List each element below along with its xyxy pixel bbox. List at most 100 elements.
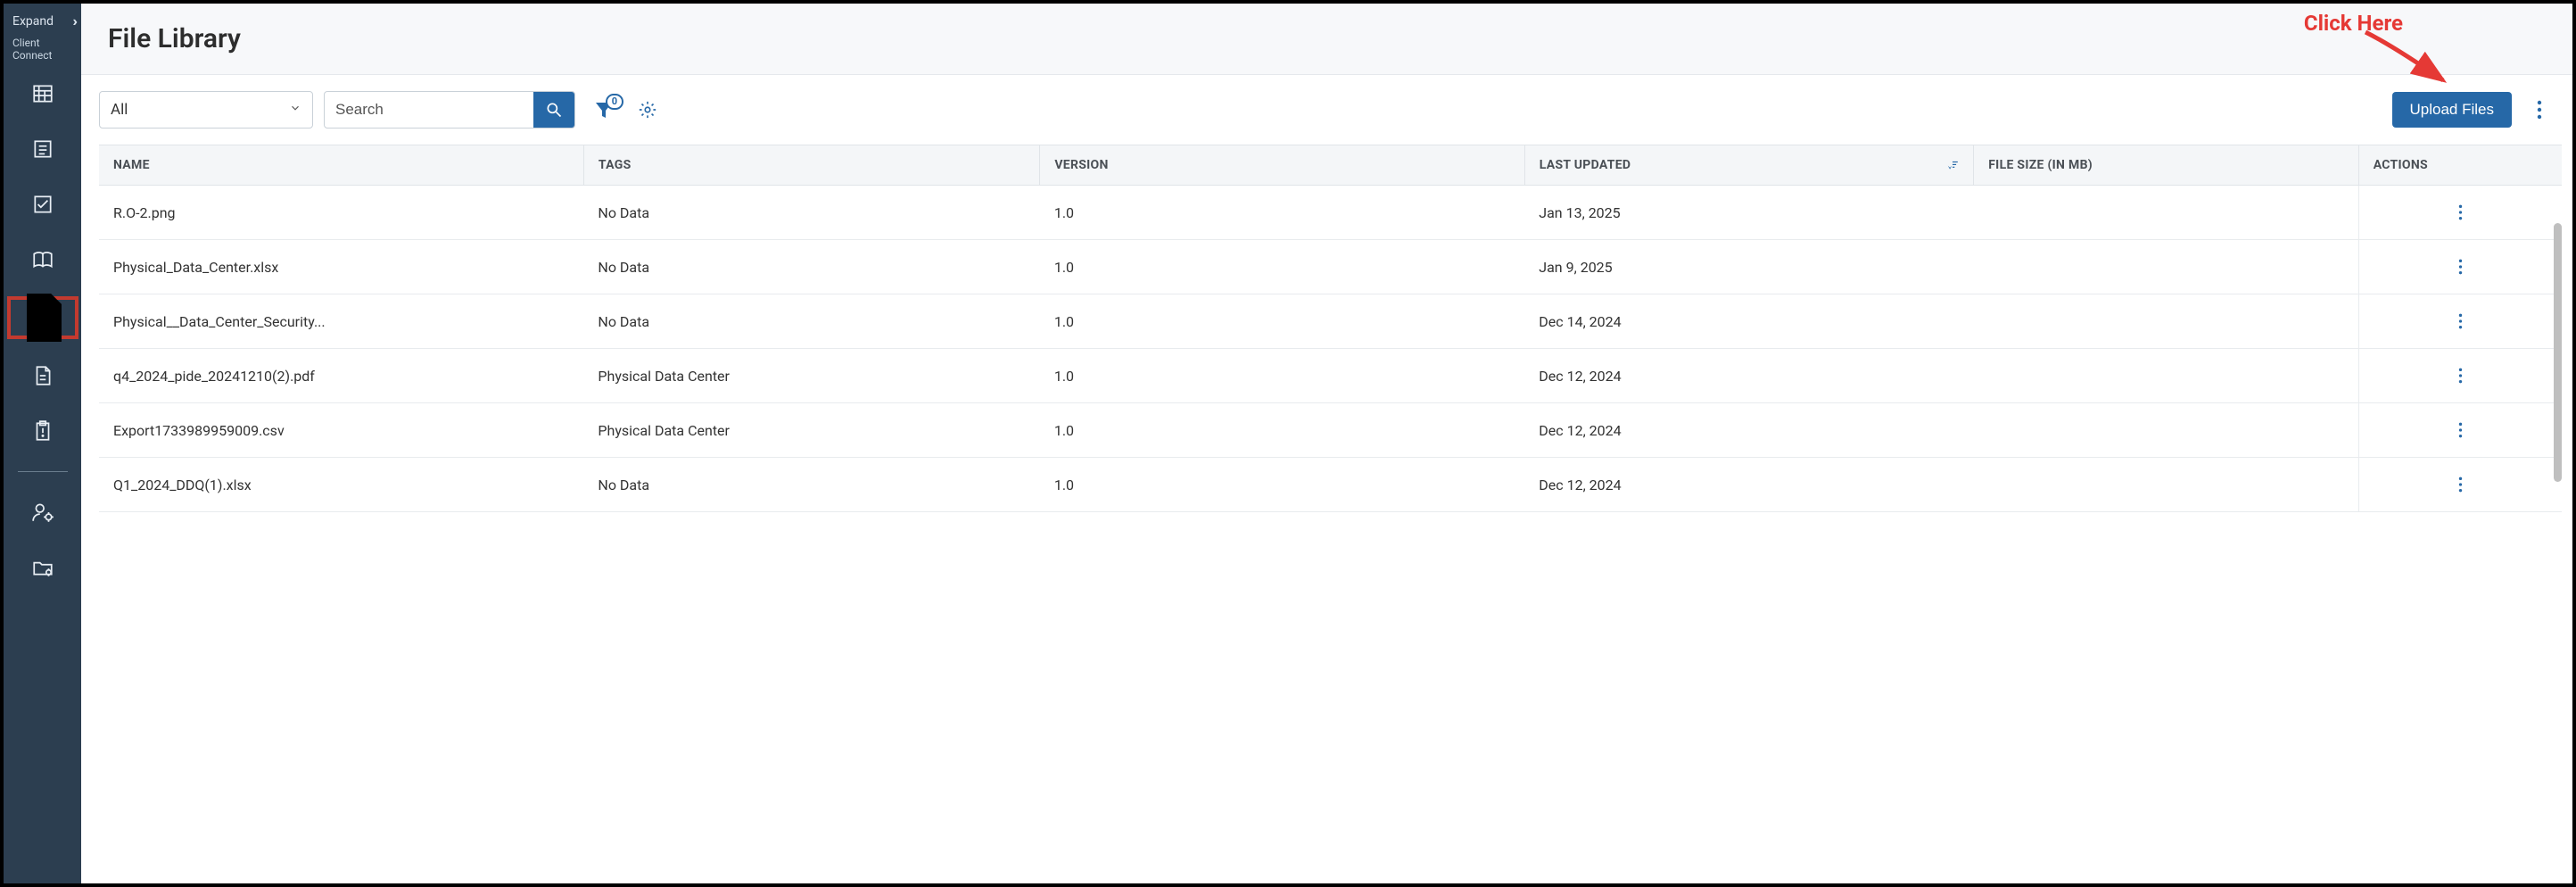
sort-desc-icon <box>1946 159 1959 171</box>
file-table-wrap: NAME TAGS VERSION LAST UPDATED FILE SIZE… <box>99 145 2562 883</box>
cell-last-updated: Dec 12, 2024 <box>1524 349 1973 403</box>
filter-badge: 0 <box>606 94 623 110</box>
column-header-file-size[interactable]: FILE SIZE (IN MB) <box>1974 145 2359 186</box>
kebab-icon <box>2537 100 2542 120</box>
sidebar-header: Expand ›› Client Connect <box>4 4 81 66</box>
kebab-icon <box>2458 367 2463 385</box>
book-icon <box>31 248 54 271</box>
sidebar-item-list[interactable] <box>24 130 62 168</box>
building-icon <box>31 82 54 105</box>
cell-tags: No Data <box>583 186 1039 240</box>
sidebar-item-file-check[interactable] <box>7 296 78 339</box>
cell-actions <box>2358 294 2562 349</box>
cell-version: 1.0 <box>1040 403 1524 458</box>
kebab-icon <box>2458 258 2463 276</box>
row-actions-menu[interactable] <box>2374 476 2547 493</box>
cell-file-size <box>1974 349 2359 403</box>
main-content: File Library All 0 Upload Files <box>81 4 2572 883</box>
row-actions-menu[interactable] <box>2374 421 2547 439</box>
filter-button[interactable]: 0 <box>593 99 615 120</box>
kebab-icon <box>2458 203 2463 221</box>
upload-files-button[interactable]: Upload Files <box>2392 92 2513 128</box>
search-icon <box>545 101 563 119</box>
expand-label: Expand <box>12 13 54 29</box>
sidebar-item-clipboard-alert[interactable] <box>24 412 62 450</box>
filter-dropdown-value: All <box>111 101 128 119</box>
user-settings-icon <box>31 501 54 524</box>
table-row[interactable]: q4_2024_pide_20241210(2).pdfPhysical Dat… <box>99 349 2562 403</box>
page-title: File Library <box>81 4 2572 75</box>
table-row[interactable]: Physical__Data_Center_Security...No Data… <box>99 294 2562 349</box>
column-header-tags[interactable]: TAGS <box>583 145 1039 186</box>
checklist-icon <box>31 193 54 216</box>
table-row[interactable]: Export1733989959009.csvPhysical Data Cen… <box>99 403 2562 458</box>
sidebar-item-checklist[interactable] <box>24 186 62 223</box>
settings-button[interactable] <box>638 100 657 120</box>
sidebar-item-user-settings[interactable] <box>24 493 62 531</box>
cell-version: 1.0 <box>1040 186 1524 240</box>
gear-icon <box>638 100 657 120</box>
row-actions-menu[interactable] <box>2374 367 2547 385</box>
column-header-actions: ACTIONS <box>2358 145 2562 186</box>
scrollbar-thumb[interactable] <box>2554 223 2562 482</box>
cell-last-updated: Jan 9, 2025 <box>1524 240 1973 294</box>
kebab-icon <box>2458 421 2463 439</box>
cell-tags: No Data <box>583 240 1039 294</box>
cell-name: q4_2024_pide_20241210(2).pdf <box>99 349 583 403</box>
cell-tags: Physical Data Center <box>583 349 1039 403</box>
cell-actions <box>2358 458 2562 512</box>
expand-toggle[interactable]: Expand ›› <box>12 12 74 31</box>
document-icon <box>31 364 54 387</box>
search-input[interactable] <box>325 101 533 119</box>
cell-file-size <box>1974 458 2359 512</box>
file-check-icon <box>11 286 75 350</box>
table-row[interactable]: R.O-2.pngNo Data1.0Jan 13, 2025 <box>99 186 2562 240</box>
cell-name: Q1_2024_DDQ(1).xlsx <box>99 458 583 512</box>
sidebar-item-book[interactable] <box>24 241 62 278</box>
folder-config-icon <box>31 556 54 579</box>
cell-tags: Physical Data Center <box>583 403 1039 458</box>
cell-version: 1.0 <box>1040 458 1524 512</box>
chevron-right-icon: ›› <box>72 12 74 31</box>
table-row[interactable]: Physical_Data_Center.xlsxNo Data1.0Jan 9… <box>99 240 2562 294</box>
table-row[interactable]: Q1_2024_DDQ(1).xlsxNo Data1.0Dec 12, 202… <box>99 458 2562 512</box>
cell-name: Physical_Data_Center.xlsx <box>99 240 583 294</box>
sidebar-item-building[interactable] <box>24 75 62 112</box>
chevron-down-icon <box>289 102 301 118</box>
cell-file-size <box>1974 186 2359 240</box>
row-actions-menu[interactable] <box>2374 203 2547 221</box>
cell-actions <box>2358 240 2562 294</box>
cell-actions <box>2358 349 2562 403</box>
cell-actions <box>2358 403 2562 458</box>
cell-version: 1.0 <box>1040 240 1524 294</box>
sidebar-nav <box>4 75 81 586</box>
cell-file-size <box>1974 240 2359 294</box>
cell-version: 1.0 <box>1040 294 1524 349</box>
brand-label: Client Connect <box>12 37 74 62</box>
cell-file-size <box>1974 294 2359 349</box>
file-table: NAME TAGS VERSION LAST UPDATED FILE SIZE… <box>99 145 2562 512</box>
cell-tags: No Data <box>583 458 1039 512</box>
cell-name: Export1733989959009.csv <box>99 403 583 458</box>
row-actions-menu[interactable] <box>2374 312 2547 330</box>
column-header-last-updated[interactable]: LAST UPDATED <box>1524 145 1973 186</box>
row-actions-menu[interactable] <box>2374 258 2547 276</box>
search-button[interactable] <box>533 91 574 128</box>
sidebar: Expand ›› Client Connect <box>4 4 81 883</box>
sidebar-item-folder-config[interactable] <box>24 549 62 586</box>
toolbar-more-menu[interactable] <box>2531 100 2547 120</box>
cell-actions <box>2358 186 2562 240</box>
column-header-name[interactable]: NAME <box>99 145 583 186</box>
cell-name: R.O-2.png <box>99 186 583 240</box>
sidebar-item-document[interactable] <box>24 357 62 394</box>
kebab-icon <box>2458 476 2463 493</box>
cell-tags: No Data <box>583 294 1039 349</box>
kebab-icon <box>2458 312 2463 330</box>
cell-last-updated: Dec 12, 2024 <box>1524 458 1973 512</box>
toolbar: All 0 Upload Files <box>81 75 2572 145</box>
cell-file-size <box>1974 403 2359 458</box>
filter-dropdown[interactable]: All <box>99 91 313 128</box>
clipboard-alert-icon <box>31 419 54 443</box>
column-header-version[interactable]: VERSION <box>1040 145 1524 186</box>
cell-version: 1.0 <box>1040 349 1524 403</box>
